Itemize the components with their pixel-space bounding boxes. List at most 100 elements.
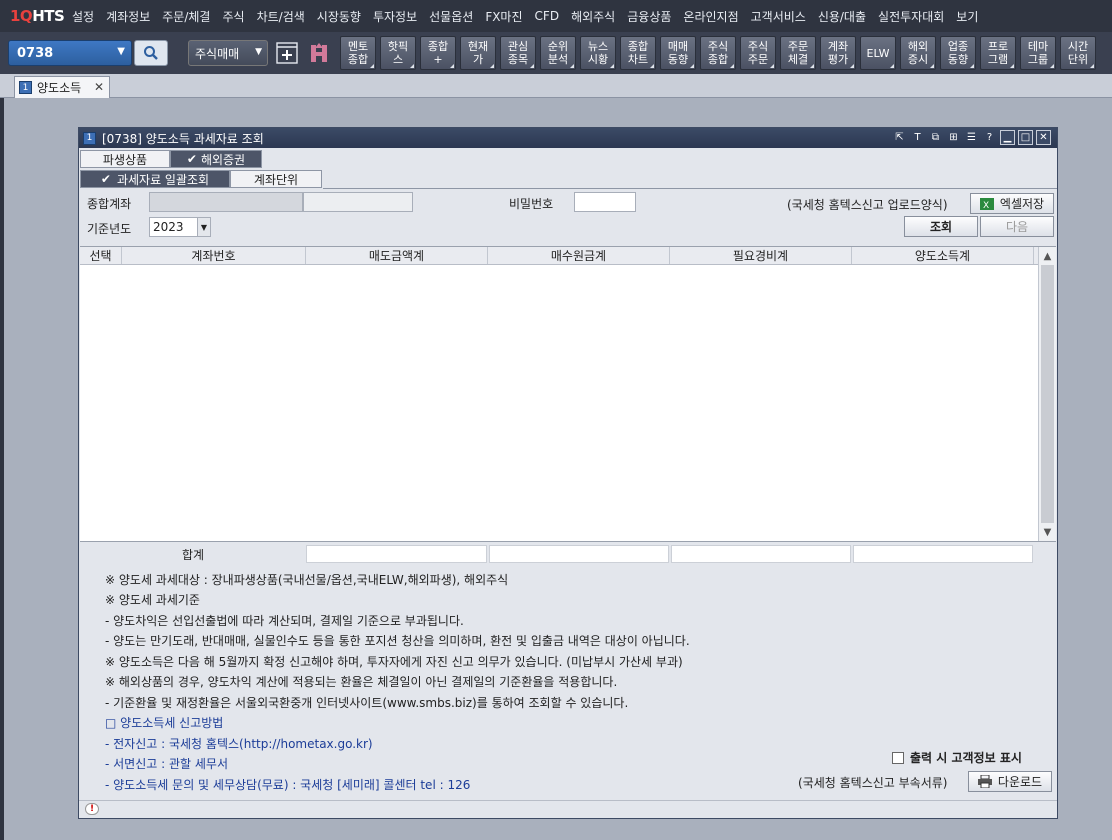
checkbox-box[interactable]: [892, 751, 904, 764]
menu-item[interactable]: 온라인지점: [677, 0, 744, 32]
chevron-down-icon[interactable]: ▼: [117, 46, 125, 57]
grid-column-header[interactable]: 매수원금계: [488, 247, 670, 264]
alert-icon[interactable]: !: [85, 803, 99, 815]
search-query-button[interactable]: 조회: [904, 216, 978, 237]
menu-item[interactable]: 고객서비스: [745, 0, 812, 32]
quick-button-label: 순위 분석: [547, 40, 569, 66]
menu-item[interactable]: 금융상품: [621, 0, 677, 32]
quick-button[interactable]: ELW: [860, 36, 896, 70]
chevron-down-icon: ▼: [255, 47, 262, 57]
quick-button[interactable]: 멘토 종합: [340, 36, 376, 70]
chevron-down-icon[interactable]: ▼: [1039, 524, 1056, 540]
corner-marker-icon: [370, 64, 374, 68]
tab-per-account[interactable]: 계좌단위: [230, 170, 322, 188]
quick-button[interactable]: 현재 가: [460, 36, 496, 70]
quick-button-label: 종합 +: [427, 40, 449, 66]
menu-item[interactable]: 신용/대출: [812, 0, 872, 32]
grid-column-header[interactable]: 선택: [80, 247, 122, 264]
help-icon[interactable]: ?: [982, 130, 997, 145]
text-icon[interactable]: T: [910, 130, 925, 145]
grid-scrollbar[interactable]: ▲ ▼: [1038, 247, 1056, 541]
grid-column-header[interactable]: 매도금액계: [306, 247, 488, 264]
menu-item[interactable]: 보기: [950, 0, 984, 32]
quick-button[interactable]: 주문 체결: [780, 36, 816, 70]
total-expenses: [671, 545, 851, 563]
quick-button[interactable]: 주식 주문: [740, 36, 776, 70]
quick-button-label: 주식 종합: [707, 40, 729, 66]
menu-item[interactable]: 설정: [66, 0, 100, 32]
excel-save-button[interactable]: X 엑셀저장: [970, 193, 1054, 214]
menu-item[interactable]: FX마진: [479, 0, 528, 32]
list-icon[interactable]: ☰: [964, 130, 979, 145]
password-field[interactable]: [574, 192, 636, 212]
screen-code-input[interactable]: 0738 ▼: [8, 40, 132, 66]
year-select[interactable]: 2023 ▼: [149, 217, 211, 237]
pin-icon[interactable]: ⊞: [946, 130, 961, 145]
notice-line: ※ 해외상품의 경우, 양도차익 계산에 적용되는 환율은 체결일이 아닌 결제…: [105, 675, 618, 690]
quick-button[interactable]: 테마 그룹: [1020, 36, 1056, 70]
quick-button[interactable]: 종합 +: [420, 36, 456, 70]
product-tabs: 파생상품 ✔ 해외증권: [80, 150, 262, 168]
chevron-up-icon[interactable]: ▲: [1039, 248, 1056, 264]
quick-button[interactable]: 관심 종목: [500, 36, 536, 70]
quick-button[interactable]: 주식 종합: [700, 36, 736, 70]
menu-item[interactable]: 주문/체결: [156, 0, 216, 32]
menu-item[interactable]: 투자정보: [367, 0, 423, 32]
grid-column-header[interactable]: 양도소득계: [852, 247, 1034, 264]
menu-item[interactable]: 차트/검색: [251, 0, 311, 32]
account-number-field[interactable]: [149, 192, 303, 212]
tab-derivatives[interactable]: 파생상품: [80, 150, 170, 168]
copy-icon[interactable]: ⧉: [928, 130, 943, 145]
close-icon[interactable]: ✕: [1036, 130, 1051, 145]
download-button[interactable]: 다운로드: [968, 771, 1052, 792]
menu-item[interactable]: 해외주식: [565, 0, 621, 32]
quick-button[interactable]: 매매 동향: [660, 36, 696, 70]
quick-button[interactable]: 핫픽 스: [380, 36, 416, 70]
menu-item[interactable]: 시장동향: [311, 0, 367, 32]
quick-button[interactable]: 순위 분석: [540, 36, 576, 70]
close-icon[interactable]: ✕: [94, 80, 104, 94]
grid-column-header[interactable]: 계좌번호: [122, 247, 306, 264]
quick-button-label: 시간 단위: [1067, 40, 1089, 66]
grid-column-header[interactable]: 필요경비계: [670, 247, 852, 264]
notice-line: - 기준환율 및 재정환율은 서울외국환중개 인터넷사이트(www.smbs.b…: [105, 695, 629, 710]
quick-button[interactable]: 프로 그램: [980, 36, 1016, 70]
menu-item[interactable]: CFD: [529, 0, 566, 32]
corner-marker-icon: [1090, 64, 1094, 68]
scroll-thumb[interactable]: [1041, 265, 1054, 523]
window-titlebar[interactable]: 1 [0738] 양도소득 과세자료 조회 ⇱ T ⧉ ⊞ ☰ ? ▁ □ ✕: [79, 128, 1057, 148]
main-menubar: 1Q HTS 설정 계좌정보 주문/체결 주식 차트/검색 시장동향 투자정보 선물옵션 FX마진…: [0, 0, 1112, 32]
quick-button[interactable]: 뉴스 시황: [580, 36, 616, 70]
menu-item[interactable]: 계좌정보: [100, 0, 156, 32]
tab-foreign-securities[interactable]: ✔ 해외증권: [170, 150, 262, 168]
menu-item[interactable]: 선물옵션: [423, 0, 479, 32]
next-button[interactable]: 다음: [980, 216, 1054, 237]
quick-button-label: 종합 차트: [627, 40, 649, 66]
quick-button[interactable]: 종합 차트: [620, 36, 656, 70]
menu-item[interactable]: 주식: [216, 0, 250, 32]
h-shortcut-icon: [311, 43, 327, 62]
chevron-down-icon[interactable]: ▼: [197, 218, 210, 236]
tab-yangdo[interactable]: 1 양도소득 ✕: [14, 76, 110, 98]
menu-item[interactable]: 실전투자대회: [872, 0, 950, 32]
search-button[interactable]: [134, 40, 168, 66]
quick-button-label: 현재 가: [467, 40, 489, 66]
trade-mode-select[interactable]: 주식매매 ▼: [188, 40, 268, 66]
quick-button[interactable]: 해외 증시: [900, 36, 936, 70]
total-sell-amount: [306, 545, 487, 563]
logo-part-1q: 1Q: [10, 7, 33, 25]
minimize-icon[interactable]: ▁: [1000, 130, 1015, 145]
quick-button[interactable]: 업종 동향: [940, 36, 976, 70]
quick-buttons: 멘토 종합 핫픽 스 종합 + 현재 가 관심 종목 순위 분석 뉴스 시황 종합 차트 매매 동향 주식 종합 주식 주…: [336, 36, 1096, 70]
svg-text:X: X: [983, 201, 989, 210]
maximize-icon[interactable]: □: [1018, 130, 1033, 145]
corner-marker-icon: [450, 64, 454, 68]
tab-bulk-query[interactable]: ✔ 과세자료 일괄조회: [80, 170, 230, 188]
link-icon[interactable]: ⇱: [892, 130, 907, 145]
add-screen-button[interactable]: [274, 40, 300, 66]
print-customer-info-checkbox[interactable]: 출력 시 고객정보 표시: [892, 749, 1022, 766]
home-screen-button[interactable]: [306, 40, 332, 66]
quick-button[interactable]: 시간 단위: [1060, 36, 1096, 70]
total-capital-gains: [853, 545, 1033, 563]
quick-button[interactable]: 계좌 평가: [820, 36, 856, 70]
